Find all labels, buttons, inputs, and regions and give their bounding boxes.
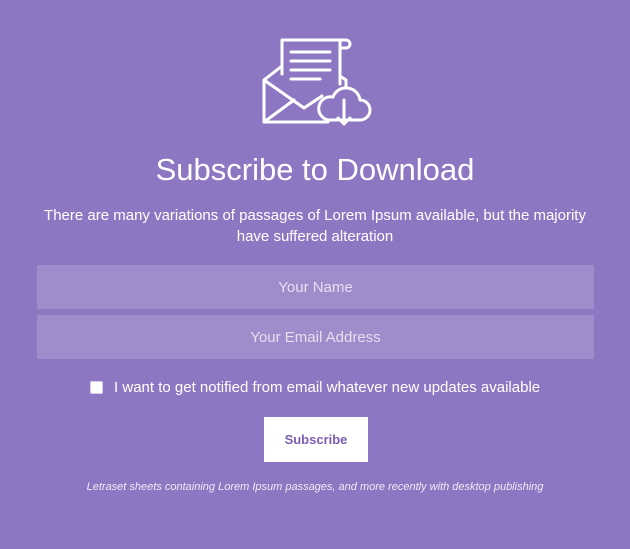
notify-checkbox-row[interactable]: I want to get notified from email whatev… [0,378,630,398]
notify-checkbox-label[interactable]: I want to get notified from email whatev… [114,379,540,396]
envelope-download-icon [258,34,374,130]
footnote-text: Letraset sheets containing Lorem Ipsum p… [86,481,544,493]
description-text: There are many variations of passages of… [44,207,586,245]
name-input[interactable] [37,265,594,309]
subscribe-button[interactable]: Subscribe [264,417,368,462]
page-title: Subscribe to Download [155,152,475,187]
email-input[interactable] [37,315,594,359]
notify-checkbox[interactable] [89,380,103,394]
